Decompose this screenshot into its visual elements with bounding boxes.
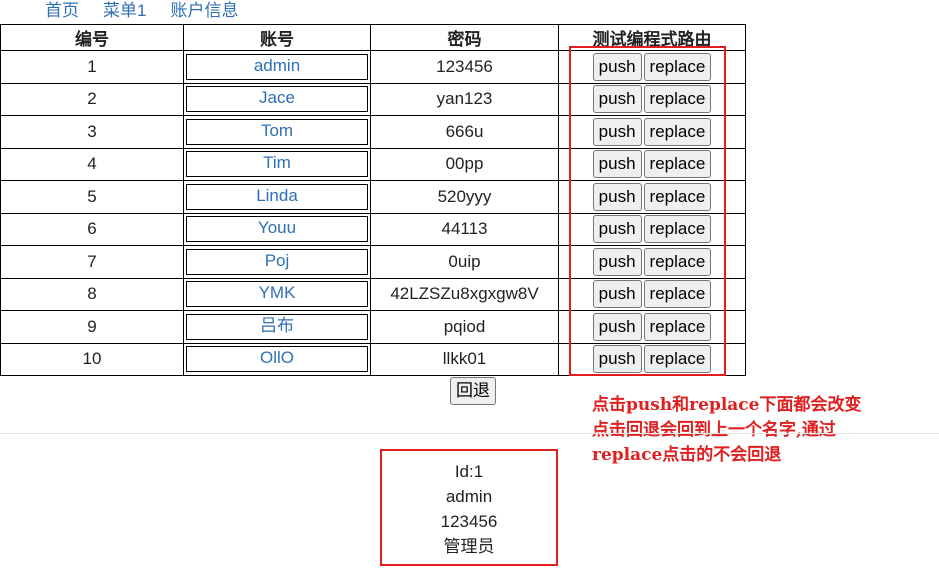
account-link[interactable]: Youu [258, 218, 296, 237]
account-link[interactable]: OllO [260, 348, 294, 367]
account-link[interactable]: YMK [259, 283, 296, 302]
cell-id: 4 [0, 147, 184, 181]
account-link[interactable]: Tom [261, 121, 293, 140]
cell-password: llkk01 [370, 342, 559, 376]
divider [0, 433, 939, 434]
nav-menu1-link[interactable]: 菜单1 [103, 0, 146, 22]
account-box: YMK [186, 281, 368, 308]
cell-password: 42LZSZu8xgxgw8V [370, 277, 559, 311]
cell-password: 44113 [370, 212, 559, 246]
cell-password: 0uip [370, 245, 559, 279]
detail-id: Id:1 [454, 462, 484, 481]
account-box: Linda [186, 183, 368, 210]
cell-account: Tom [183, 115, 371, 149]
cell-account: 吕布 [183, 310, 371, 344]
cell-id: 9 [0, 310, 184, 344]
cell-account: Jace [183, 82, 371, 116]
cell-id: 5 [0, 180, 184, 214]
cell-password: pqiod [370, 310, 559, 344]
cell-id: 1 [0, 50, 184, 84]
account-box: Tom [186, 118, 368, 145]
header-password: 密码 [370, 24, 559, 51]
cell-id: 8 [0, 277, 184, 311]
cell-password: yan123 [370, 82, 559, 116]
back-button[interactable]: 回退 [450, 377, 496, 405]
cell-id: 7 [0, 245, 184, 279]
nav-home-link[interactable]: 首页 [45, 0, 79, 22]
account-link[interactable]: admin [254, 56, 300, 75]
detail-password: 123456 [440, 512, 498, 531]
cell-password: 123456 [370, 50, 559, 84]
account-box: Poj [186, 248, 368, 275]
detail-account: admin [445, 487, 493, 506]
cell-password: 520yyy [370, 180, 559, 214]
header-account: 账号 [183, 24, 371, 51]
account-box: Jace [186, 86, 368, 113]
cell-account: Youu [183, 212, 371, 246]
account-box: Youu [186, 216, 368, 243]
account-link[interactable]: Tim [263, 153, 291, 172]
cell-id: 3 [0, 115, 184, 149]
annotation-note: 点击push和replace下面都会改变 点击回退会回到上一个名字,通过 rep… [592, 393, 861, 468]
detail-panel: Id:1 admin 123456 管理员 [380, 449, 558, 566]
nav-account-info-link[interactable]: 账户信息 [170, 0, 238, 22]
cell-account: OllO [183, 342, 371, 376]
detail-role: 管理员 [443, 537, 495, 556]
account-box: OllO [186, 346, 368, 373]
cell-account: admin [183, 50, 371, 84]
account-link[interactable]: Linda [256, 186, 298, 205]
cell-password: 666u [370, 115, 559, 149]
top-nav: 首页 菜单1 账户信息 [45, 0, 238, 22]
account-box: Tim [186, 151, 368, 178]
annotation-line-2: 点击回退会回到上一个名字,通过 [592, 420, 836, 440]
account-link[interactable]: Jace [259, 88, 295, 107]
actions-highlight-box [569, 46, 726, 376]
cell-id: 2 [0, 82, 184, 116]
cell-account: Poj [183, 245, 371, 279]
annotation-line-1: 点击push和replace下面都会改变 [592, 395, 862, 415]
account-box: admin [186, 53, 368, 80]
cell-account: Linda [183, 180, 371, 214]
cell-account: Tim [183, 147, 371, 181]
cell-id: 10 [0, 342, 184, 376]
annotation-line-3: replace点击的不会回退 [592, 445, 782, 465]
account-link[interactable]: Poj [265, 251, 290, 270]
cell-account: YMK [183, 277, 371, 311]
cell-id: 6 [0, 212, 184, 246]
header-id: 编号 [0, 24, 184, 51]
account-link[interactable]: 吕布 [260, 316, 294, 335]
cell-password: 00pp [370, 147, 559, 181]
account-box: 吕布 [186, 313, 368, 340]
